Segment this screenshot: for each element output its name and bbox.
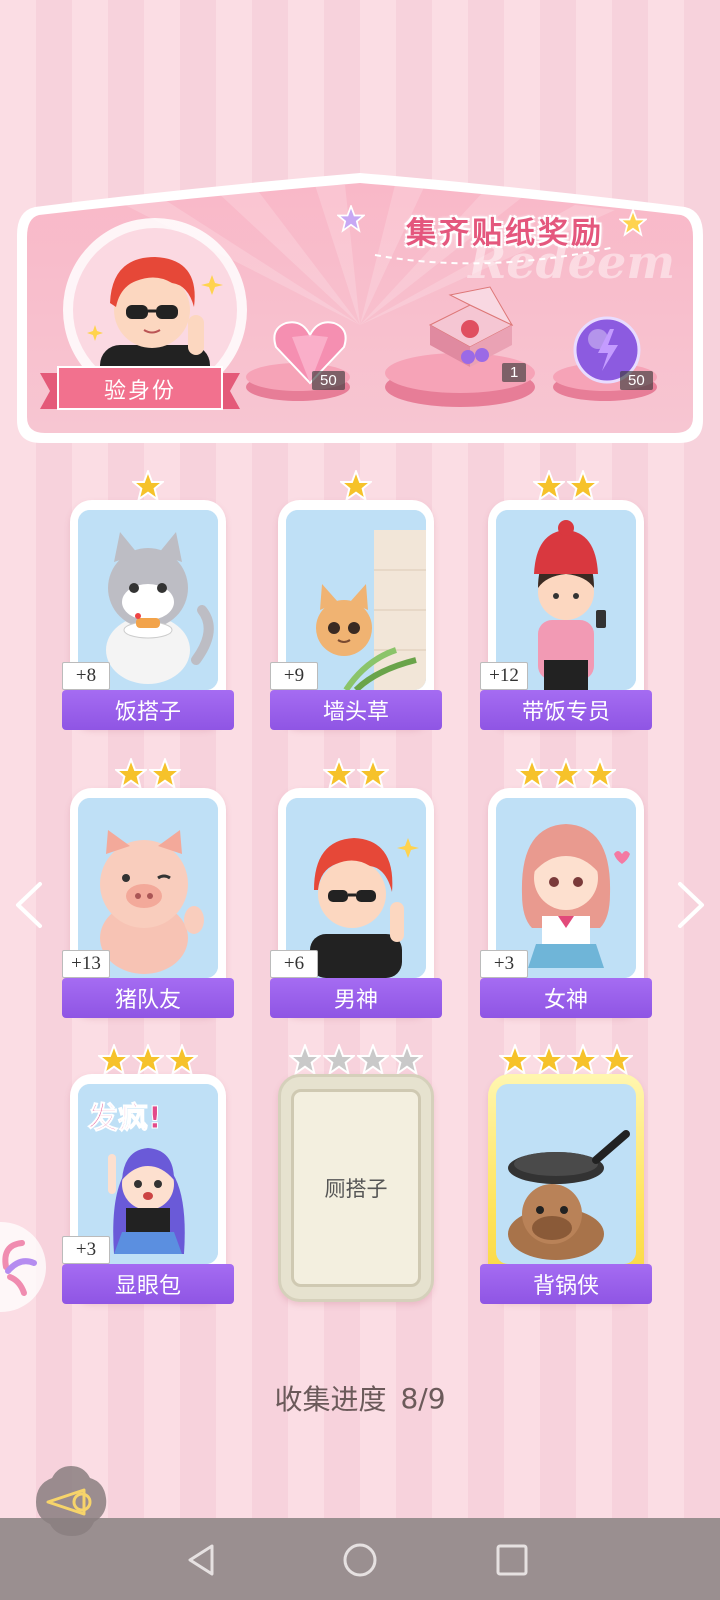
card-frame: +12 带饭专员 xyxy=(480,500,652,730)
card-name: 背锅侠 xyxy=(480,1264,652,1304)
gold-star-icon xyxy=(567,1044,599,1076)
reward-count: 1 xyxy=(502,363,527,382)
collection-progress: 收集进度 8/9 xyxy=(0,1378,720,1418)
gift-box-icon xyxy=(428,286,514,367)
bonus-badge: +6 xyxy=(270,950,318,978)
gold-star-icon xyxy=(499,1044,531,1076)
capybara-pan-icon xyxy=(496,1084,636,1264)
gold-star-icon xyxy=(115,758,147,790)
bonus-badge: +3 xyxy=(62,1236,110,1264)
gold-star-icon xyxy=(149,758,181,790)
gold-star-icon xyxy=(132,470,164,502)
gold-star-icon xyxy=(357,758,389,790)
nav-recents-icon[interactable] xyxy=(490,1538,534,1582)
bonus-badge: +8 xyxy=(62,662,110,690)
art-caption: 发疯! xyxy=(87,1101,162,1136)
reward-gift-box[interactable]: 1 xyxy=(410,285,540,385)
card-frame: +9 墙头草 xyxy=(270,500,442,730)
gold-star-icon xyxy=(584,758,616,790)
card-frame: 发疯! +3 显眼包 xyxy=(62,1074,234,1304)
reward-heart-gem[interactable]: 50 xyxy=(260,315,360,395)
card-frame: +3 女神 xyxy=(480,788,652,1018)
progress-label: 收集进度 xyxy=(274,1383,387,1416)
gold-star-icon xyxy=(340,470,372,502)
bonus-badge: +9 xyxy=(270,662,318,690)
verify-identity-button[interactable]: 验身份 xyxy=(60,365,220,413)
card-name: 墙头草 xyxy=(270,690,442,730)
sticker-card[interactable]: +9 墙头草 xyxy=(270,470,442,740)
card-name: 显眼包 xyxy=(62,1264,234,1304)
gold-star-icon xyxy=(98,1044,130,1076)
sticker-card[interactable]: 背锅侠 xyxy=(480,1044,652,1314)
card-name: 厕搭子 xyxy=(324,1177,388,1201)
gold-star-icon xyxy=(601,1044,633,1076)
progress-value: 8/9 xyxy=(400,1381,446,1415)
gold-star-icon xyxy=(166,1044,198,1076)
reward-banner: Redeem 集齐贴纸奖励 验身份 50 1 50 xyxy=(15,165,705,450)
sticker-card[interactable]: 发疯! +3 显眼包 xyxy=(62,1044,234,1314)
card-frame: 背锅侠 xyxy=(480,1074,652,1304)
card-name: 男神 xyxy=(270,978,442,1018)
reward-count: 50 xyxy=(620,371,653,390)
fan-icon xyxy=(2,1240,37,1296)
card-name: 猪队友 xyxy=(62,978,234,1018)
card-frame: +8 饭搭子 xyxy=(62,500,234,730)
gold-star-icon xyxy=(567,470,599,502)
gold-star-icon xyxy=(533,470,565,502)
sticker-card[interactable]: +13 猪队友 xyxy=(62,758,234,1028)
sticker-card[interactable]: +3 女神 xyxy=(480,758,652,1028)
sticker-card[interactable]: +12 带饭专员 xyxy=(480,470,652,740)
sticker-card[interactable]: +8 饭搭子 xyxy=(62,470,234,740)
star-decoration-icon xyxy=(337,205,365,233)
gray-star-icon xyxy=(391,1044,423,1076)
sticker-card[interactable]: +6 男神 xyxy=(270,758,442,1028)
gray-star-icon xyxy=(323,1044,355,1076)
card-frame: 厕搭子 xyxy=(278,1074,434,1302)
back-button[interactable] xyxy=(32,1462,110,1540)
gold-star-icon xyxy=(132,1044,164,1076)
bonus-badge: +13 xyxy=(62,950,110,978)
chevron-right-icon[interactable] xyxy=(672,880,708,930)
bonus-badge: +12 xyxy=(480,662,528,690)
reward-count: 50 xyxy=(312,371,345,390)
sticker-grid: +8 饭搭子 +9 墙头草 +12 带饭专员 +13 猪队友 +6 男神 +3 … xyxy=(0,470,720,1330)
card-frame: +6 男神 xyxy=(270,788,442,1018)
locked-placeholder: 厕搭子 xyxy=(291,1089,421,1287)
gray-star-icon xyxy=(357,1044,389,1076)
sticker-card-locked[interactable]: 厕搭子 xyxy=(270,1044,442,1314)
reward-energy-orb[interactable]: 50 xyxy=(570,315,670,395)
nav-back-icon[interactable] xyxy=(180,1538,224,1582)
chevron-left-icon[interactable] xyxy=(12,880,48,930)
nav-home-icon[interactable] xyxy=(338,1538,382,1582)
card-frame: +13 猪队友 xyxy=(62,788,234,1018)
gold-star-icon xyxy=(550,758,582,790)
gold-star-icon xyxy=(323,758,355,790)
banner-title: 集齐贴纸奖励 xyxy=(406,216,604,251)
gold-star-icon xyxy=(516,758,548,790)
card-name: 女神 xyxy=(480,978,652,1018)
bonus-badge: +3 xyxy=(480,950,528,978)
gold-star-icon xyxy=(533,1044,565,1076)
card-name: 饭搭子 xyxy=(62,690,234,730)
card-name: 带饭专员 xyxy=(480,690,652,730)
gray-star-icon xyxy=(289,1044,321,1076)
